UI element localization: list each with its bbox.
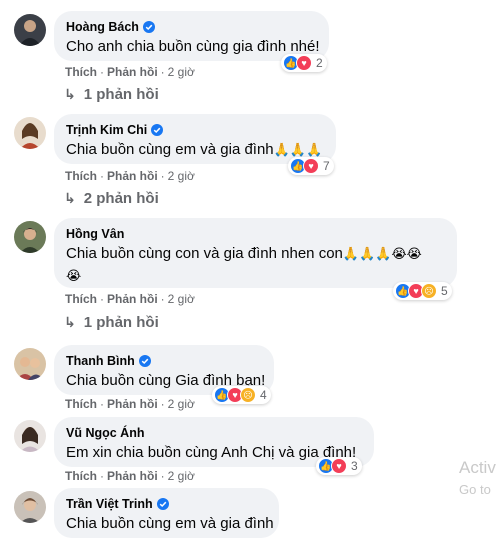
comment-actions: Thích · Phản hồi · 2 giờ — [65, 292, 195, 306]
reaction-summary[interactable]: 👍 ♥ 3 — [316, 457, 362, 475]
reply-arrow-icon: ↳ — [64, 86, 76, 102]
love-reaction-icon: ♥ — [296, 55, 312, 71]
replies-count: 2 phản hồi — [83, 190, 159, 207]
commenter-name[interactable]: Hồng Vân — [66, 226, 124, 242]
like-link[interactable]: Thích — [65, 469, 97, 483]
replies-count: 1 phản hồi — [83, 314, 159, 331]
comment-bubble: Trần Việt Trinh Chia buồn cùng em và gia… — [54, 488, 279, 538]
emoji-text: 🙏🙏🙏 — [273, 142, 323, 157]
avatar[interactable] — [14, 348, 46, 380]
comment-text: Cho anh chia buồn cùng gia đình nhé! — [66, 38, 320, 55]
love-reaction-icon: ♥ — [303, 158, 319, 174]
comment-time[interactable]: 2 giờ — [168, 469, 195, 483]
like-link[interactable]: Thích — [65, 397, 97, 411]
commenter-name[interactable]: Thanh Bình — [66, 353, 135, 369]
reply-link[interactable]: Phản hồi — [107, 169, 158, 183]
reaction-count: 7 — [323, 159, 330, 173]
avatar[interactable] — [14, 221, 46, 253]
comment-actions: Thích · Phản hồi · 2 giờ — [65, 469, 195, 483]
commenter-name[interactable]: Trần Việt Trinh — [66, 496, 153, 512]
reply-link[interactable]: Phản hồi — [107, 65, 158, 79]
sad-reaction-icon: ☹ — [421, 283, 437, 299]
comment-time[interactable]: 2 giờ — [168, 169, 195, 183]
comment-text: Chia buồn cùng em và gia đình — [66, 515, 274, 532]
comment-bubble: Hồng Vân Chia buồn cùng con và gia đình … — [54, 218, 457, 288]
comment-time[interactable]: 2 giờ — [168, 65, 195, 79]
comment-actions: Thích · Phản hồi · 2 giờ — [65, 65, 195, 79]
like-link[interactable]: Thích — [65, 292, 97, 306]
watermark-line1: Activ — [459, 458, 496, 477]
activation-watermark: Activ Go to — [459, 458, 496, 497]
reaction-count: 2 — [316, 56, 323, 70]
view-replies-link[interactable]: ↳ 1 phản hồi — [64, 86, 159, 103]
reply-link[interactable]: Phản hồi — [107, 397, 158, 411]
verified-badge-icon — [151, 124, 164, 136]
commenter-name[interactable]: Hoàng Bách — [66, 19, 139, 35]
verified-badge-icon — [138, 355, 151, 367]
reaction-count: 5 — [441, 284, 448, 298]
emoji-text: 🙏🙏🙏😭😭 — [342, 246, 422, 261]
avatar[interactable] — [14, 117, 46, 149]
reaction-summary[interactable]: 👍 ♥ ☹ 4 — [212, 386, 271, 404]
emoji-text: 😭 — [66, 268, 82, 283]
watermark-line2: Go to — [459, 482, 491, 497]
replies-count: 1 phản hồi — [83, 86, 159, 103]
like-link[interactable]: Thích — [65, 169, 97, 183]
avatar[interactable] — [14, 14, 46, 46]
reply-link[interactable]: Phản hồi — [107, 292, 158, 306]
view-replies-link[interactable]: ↳ 1 phản hồi — [64, 314, 159, 331]
avatar[interactable] — [14, 420, 46, 452]
comment-text: Chia buồn cùng em và gia đình🙏🙏🙏 — [66, 141, 323, 158]
reply-arrow-icon: ↳ — [64, 190, 76, 206]
reply-link[interactable]: Phản hồi — [107, 469, 158, 483]
reaction-summary[interactable]: 👍 ♥ ☹ 5 — [393, 282, 452, 300]
comment-time[interactable]: 2 giờ — [168, 397, 195, 411]
reply-arrow-icon: ↳ — [64, 314, 76, 330]
reaction-count: 3 — [351, 459, 358, 473]
avatar[interactable] — [14, 491, 46, 523]
view-replies-link[interactable]: ↳ 2 phản hồi — [64, 190, 159, 207]
commenter-name[interactable]: Vũ Ngọc Ánh — [66, 425, 144, 441]
comment-text-line2: 😭 — [66, 266, 445, 286]
reaction-summary[interactable]: 👍 ♥ 2 — [281, 54, 327, 72]
love-reaction-icon: ♥ — [331, 458, 347, 474]
comment-time[interactable]: 2 giờ — [168, 292, 195, 306]
verified-badge-icon — [142, 21, 155, 33]
like-link[interactable]: Thích — [65, 65, 97, 79]
commenter-name[interactable]: Trịnh Kim Chi — [66, 122, 147, 138]
verified-badge-icon — [156, 498, 169, 510]
comment-text: Chia buồn cùng con và gia đình nhen con🙏… — [66, 245, 422, 262]
sad-reaction-icon: ☹ — [240, 387, 256, 403]
comment-actions: Thích · Phản hồi · 2 giờ — [65, 169, 195, 183]
comment-actions: Thích · Phản hồi · 2 giờ — [65, 397, 195, 411]
reaction-count: 4 — [260, 388, 267, 402]
reaction-summary[interactable]: 👍 ♥ 7 — [288, 157, 334, 175]
